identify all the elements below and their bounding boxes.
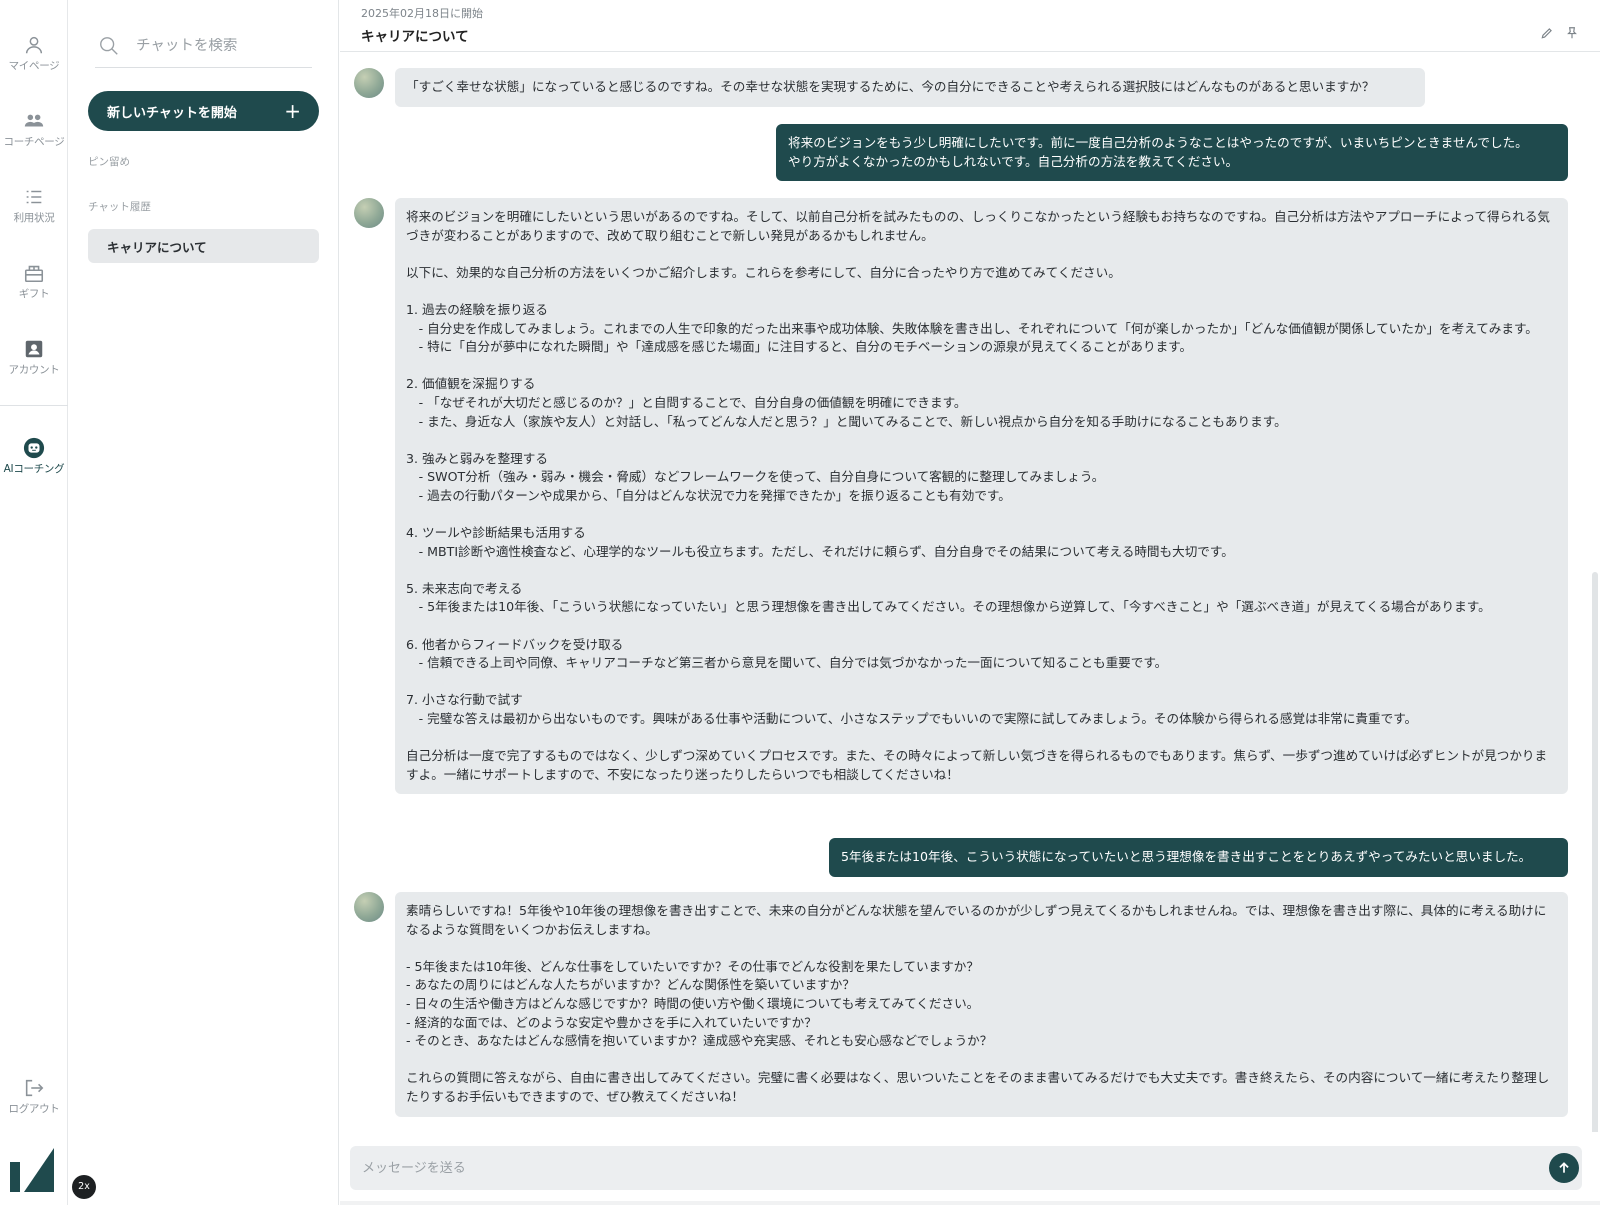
- rail-label: ログアウト: [8, 1103, 60, 1115]
- people-icon: [24, 114, 44, 127]
- plus-icon: +: [284, 99, 301, 123]
- icon-rail: マイページ コーチページ 利用状況 ギフト アカウント AIコーチング ログアウ…: [0, 0, 68, 1205]
- new-chat-button[interactable]: 新しいチャットを開始 +: [88, 91, 319, 131]
- account-icon: [25, 340, 43, 358]
- search-box: [95, 24, 312, 68]
- rail-item-ai-coaching[interactable]: AIコーチング: [0, 437, 68, 476]
- ai-message: 素晴らしいですね！5年後や10年後の理想像を書き出すことで、未来の自分がどんな状…: [395, 892, 1568, 1117]
- rail-label: AIコーチング: [3, 463, 65, 475]
- bottom-edge: [340, 1201, 1600, 1205]
- message-list: 「すごく幸せな状態」になっていると感じるのですね。その幸せな状態を実現するために…: [340, 52, 1600, 1132]
- coach-avatar: [354, 892, 384, 922]
- chat-title: キャリアについて: [361, 29, 469, 45]
- search-icon: [100, 36, 118, 55]
- rail-label: 利用状況: [13, 212, 55, 224]
- coach-avatar: [354, 198, 384, 228]
- chat-history-title: キャリアについて: [107, 239, 207, 255]
- message-composer: [350, 1146, 1582, 1190]
- logout-icon: [25, 1079, 44, 1097]
- user-message: 将来のビジョンをもう少し明確にしたいです。前に一度自己分析のようなことはやったの…: [776, 124, 1568, 182]
- app-logo-icon[interactable]: [10, 1148, 54, 1192]
- gift-icon: [24, 265, 44, 283]
- chat-list-panel: 新しいチャットを開始 + ピン留め チャット履歴 キャリアについて: [69, 0, 339, 1205]
- rail-label: ギフト: [18, 288, 50, 300]
- robot-icon: [23, 437, 45, 459]
- rail-label: アカウント: [8, 364, 60, 376]
- rail-item-account[interactable]: アカウント: [0, 338, 68, 377]
- arrow-up-icon: [1559, 1162, 1569, 1173]
- pin-icon[interactable]: [1565, 26, 1579, 40]
- history-section-label: チャット履歴: [88, 201, 151, 213]
- rail-divider: [0, 405, 68, 406]
- zoom-badge[interactable]: 2x: [72, 1175, 96, 1199]
- new-chat-label: 新しいチャットを開始: [107, 105, 237, 121]
- list-icon: [26, 190, 42, 204]
- search-input[interactable]: [136, 37, 296, 54]
- person-icon: [25, 36, 43, 54]
- rail-label: コーチページ: [3, 136, 65, 148]
- coach-avatar: [354, 68, 384, 98]
- ai-message: 「すごく幸せな状態」になっていると感じるのですね。その幸せな状態を実現するために…: [395, 68, 1425, 107]
- rail-item-logout[interactable]: ログアウト: [0, 1077, 68, 1116]
- edit-icon[interactable]: [1540, 26, 1554, 40]
- rail-item-usage[interactable]: 利用状況: [0, 186, 68, 225]
- chat-main: 2025年02月18日に開始 キャリアについて 「すごく幸せな状態」になっている…: [340, 0, 1600, 1205]
- send-button[interactable]: [1549, 1153, 1579, 1183]
- rail-item-mypage[interactable]: マイページ: [0, 34, 68, 73]
- user-message: 5年後または10年後、こういう状態になっていたいと思う理想像を書き出すことをとり…: [829, 838, 1568, 877]
- chat-start-date: 2025年02月18日に開始: [361, 7, 483, 20]
- message-input[interactable]: [362, 1160, 1549, 1176]
- app-root: マイページ コーチページ 利用状況 ギフト アカウント AIコーチング ログアウ…: [0, 0, 1600, 1205]
- rail-label: マイページ: [8, 60, 60, 72]
- pinned-section-label: ピン留め: [88, 156, 130, 168]
- chat-history-item[interactable]: キャリアについて: [88, 229, 319, 263]
- chat-header: 2025年02月18日に開始 キャリアについて: [340, 0, 1600, 52]
- rail-item-coach[interactable]: コーチページ: [0, 110, 68, 149]
- rail-item-gift[interactable]: ギフト: [0, 262, 68, 301]
- ai-message: 将来のビジョンを明確にしたいという思いがあるのですね。そして、以前自己分析を試み…: [395, 198, 1568, 795]
- scrollbar[interactable]: [1592, 572, 1598, 1132]
